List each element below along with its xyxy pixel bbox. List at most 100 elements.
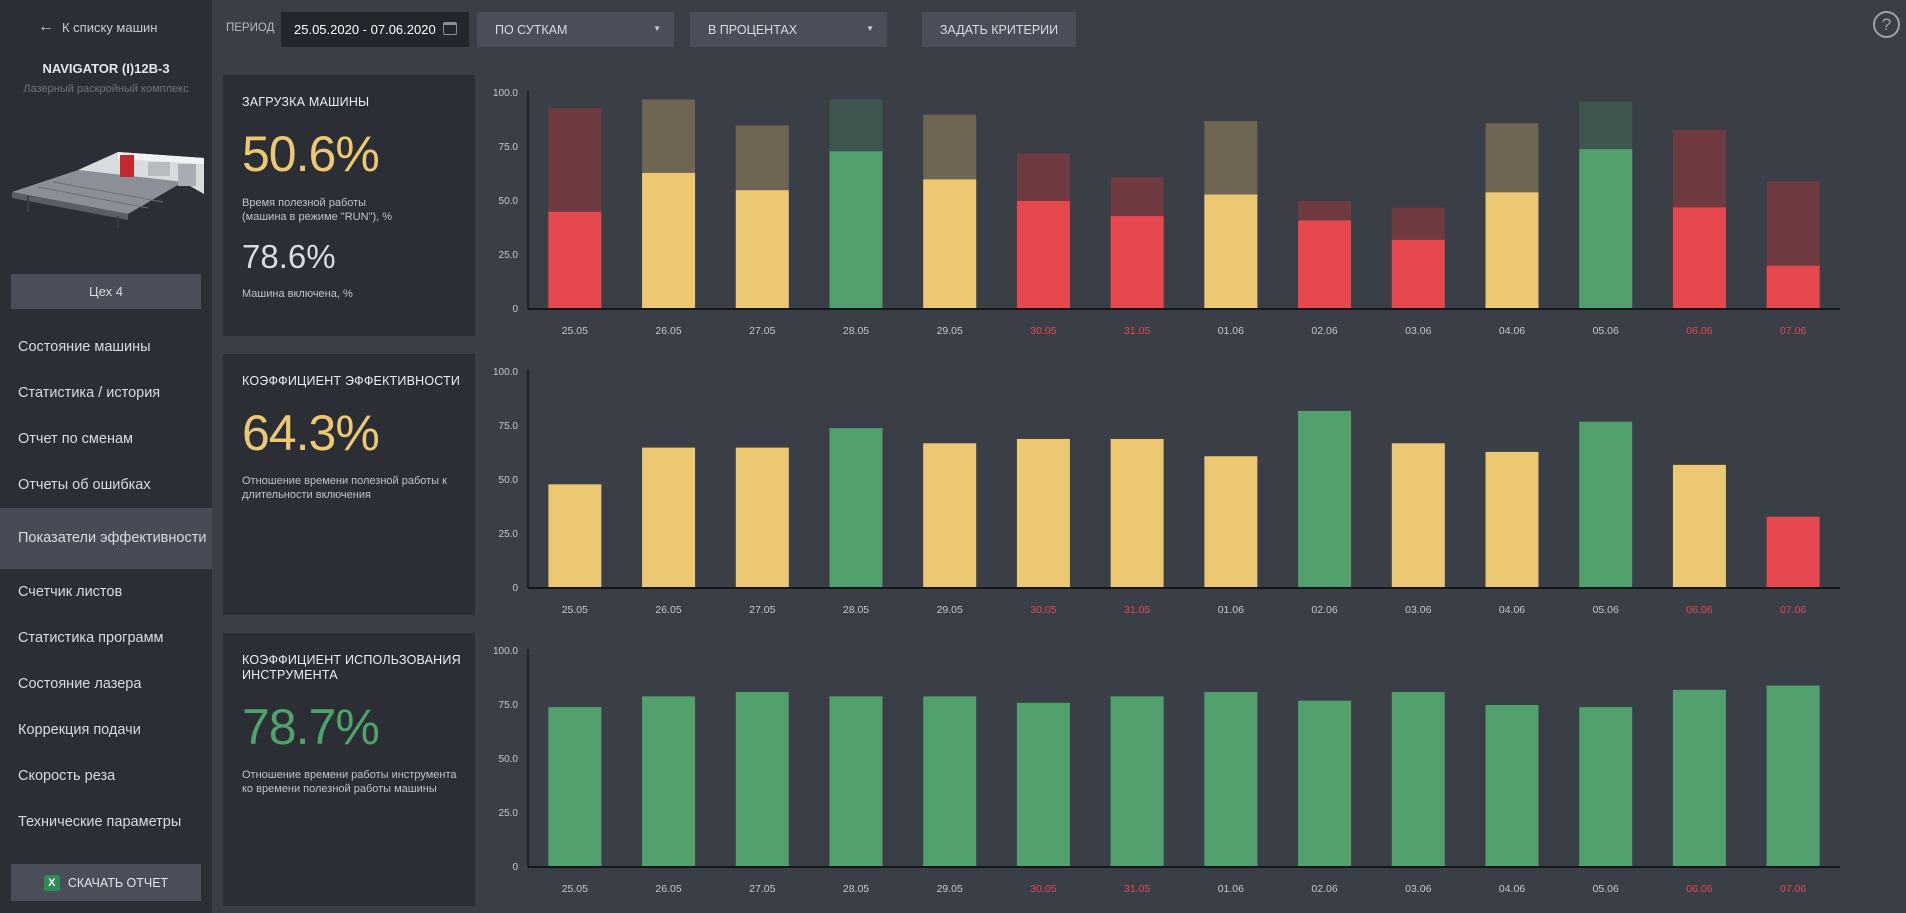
kpi-secondary-value: 78.6%: [242, 238, 336, 275]
bar: [1110, 216, 1164, 309]
bar: [1672, 207, 1726, 309]
x-tick-label: 27.05: [749, 604, 775, 616]
x-tick-label: 29.05: [937, 883, 963, 895]
x-tick-label: 26.05: [655, 883, 681, 895]
period-label: ПЕРИОД: [226, 22, 275, 34]
x-tick-label: 28.05: [843, 883, 869, 895]
x-tick-label: 05.06: [1593, 325, 1619, 337]
date-range-picker[interactable]: 25.05.2020 - 07.06.2020: [281, 12, 469, 47]
sidebar-item-cut-speed[interactable]: Скорость реза: [0, 753, 212, 799]
kpi-value: 50.6%: [242, 126, 380, 182]
sidebar-item-statistics-history[interactable]: Статистика / история: [0, 370, 212, 416]
sidebar-item-tech-params[interactable]: Технические параметры: [0, 799, 212, 845]
sidebar-item-program-statistics[interactable]: Статистика программ: [0, 615, 212, 661]
x-tick-label: 26.05: [655, 604, 681, 616]
kpi-description: Отношение времени полезной работы к длит…: [242, 475, 447, 501]
bar: [1204, 194, 1258, 309]
x-tick-label: 05.06: [1593, 604, 1619, 616]
y-tick-label: 0: [512, 862, 518, 873]
bar: [1766, 685, 1820, 867]
bar: [1485, 451, 1539, 588]
y-tick-label: 25.0: [499, 250, 519, 261]
y-tick-label: 50.0: [499, 475, 519, 486]
sidebar-item-error-reports[interactable]: Отчеты об ошибках: [0, 462, 212, 508]
bar: [1672, 464, 1726, 588]
kpi-card-tool: КОЭФФИЦИЕНТ ИСПОЛЬЗОВАНИЯ ИНСТРУМЕНТА 78…: [223, 633, 475, 906]
y-tick-label: 25.0: [499, 529, 519, 540]
sidebar-item-efficiency[interactable]: Показатели эффективности: [0, 508, 212, 569]
kpi-secondary-description: Машина включена, %: [242, 288, 353, 300]
bar: [1016, 201, 1070, 309]
sidebar-item-feed-correction[interactable]: Коррекция подачи: [0, 707, 212, 753]
caret-down-icon: ▼: [866, 24, 874, 33]
bar: [923, 696, 977, 867]
download-report-button[interactable]: X СКАЧАТЬ ОТЧЕТ: [11, 864, 201, 901]
y-tick-label: 100.0: [493, 88, 518, 99]
bar: [829, 151, 883, 309]
bar: [1391, 443, 1445, 588]
x-tick-label: 31.05: [1124, 883, 1150, 895]
x-tick-label: 07.06: [1780, 604, 1806, 616]
sidebar-item-sheet-counter[interactable]: Счетчик листов: [0, 569, 212, 615]
kpi-card-efficiency: КОЭФФИЦИЕНТ ЭФФЕКТИВНОСТИ 64.3% Отношени…: [223, 354, 475, 615]
bar: [642, 172, 696, 309]
bar: [1298, 220, 1352, 309]
help-icon[interactable]: ?: [1873, 11, 1900, 38]
bar: [1579, 421, 1633, 588]
x-tick-label: 02.06: [1311, 883, 1337, 895]
x-tick-label: 28.05: [843, 604, 869, 616]
y-tick-label: 0: [512, 583, 518, 594]
x-tick-label: 03.06: [1405, 325, 1431, 337]
sidebar-item-laser-state[interactable]: Состояние лазера: [0, 661, 212, 707]
x-tick-label: 26.05: [655, 325, 681, 337]
calendar-icon[interactable]: [443, 22, 457, 35]
x-tick-label: 05.06: [1593, 883, 1619, 895]
bar: [1016, 702, 1070, 867]
granularity-value: ПО СУТКАМ: [495, 22, 568, 37]
units-select[interactable]: В ПРОЦЕНТАХ ▼: [690, 12, 887, 47]
sidebar-menu: Состояние машины Статистика / история От…: [0, 324, 212, 845]
kpi-title: КОЭФФИЦИЕНТ ИСПОЛЬЗОВАНИЯ ИНСТРУМЕНТА: [242, 653, 461, 682]
bar: [1391, 692, 1445, 867]
bar: [1298, 700, 1352, 867]
bar: [923, 443, 977, 588]
back-to-machines-link[interactable]: ← К списку машин: [38, 18, 157, 36]
x-tick-label: 04.06: [1499, 604, 1525, 616]
kpi-value: 64.3%: [242, 405, 380, 461]
bar: [1391, 239, 1445, 309]
x-tick-label: 04.06: [1499, 325, 1525, 337]
x-tick-label: 30.05: [1030, 604, 1056, 616]
set-criteria-button[interactable]: ЗАДАТЬ КРИТЕРИИ: [922, 12, 1076, 47]
x-tick-label: 25.05: [562, 604, 588, 616]
bar: [735, 692, 789, 867]
bar: [1110, 438, 1164, 588]
sidebar-item-machine-state[interactable]: Состояние машины: [0, 324, 212, 370]
workshop-button[interactable]: Цех 4: [11, 274, 201, 309]
bar: [735, 190, 789, 309]
granularity-select[interactable]: ПО СУТКАМ ▼: [477, 12, 674, 47]
kpi-card-load: ЗАГРУЗКА МАШИНЫ 50.6% Время полезной раб…: [223, 75, 475, 336]
x-tick-label: 27.05: [749, 325, 775, 337]
x-tick-label: 29.05: [937, 325, 963, 337]
bar: [829, 696, 883, 867]
bar: [642, 696, 696, 867]
x-tick-label: 29.05: [937, 604, 963, 616]
bar: [1485, 705, 1539, 867]
sidebar-item-shift-report[interactable]: Отчет по сменам: [0, 416, 212, 462]
excel-icon: X: [43, 874, 60, 891]
bar: [735, 447, 789, 588]
x-tick-label: 02.06: [1311, 325, 1337, 337]
bar: [1204, 456, 1258, 588]
x-tick-label: 06.06: [1686, 325, 1712, 337]
bar: [548, 707, 602, 867]
caret-down-icon: ▼: [653, 24, 661, 33]
machine-image: [12, 152, 204, 228]
bar: [1766, 265, 1820, 309]
kpi-title: ЗАГРУЗКА МАШИНЫ: [242, 95, 370, 109]
kpi-description: Отношение времени работы инструмента ко …: [242, 769, 457, 795]
y-tick-label: 50.0: [499, 754, 519, 765]
x-tick-label: 30.05: [1030, 883, 1056, 895]
kpi-value: 78.7%: [242, 699, 380, 755]
units-value: В ПРОЦЕНТАХ: [708, 22, 798, 37]
x-tick-label: 07.06: [1780, 883, 1806, 895]
